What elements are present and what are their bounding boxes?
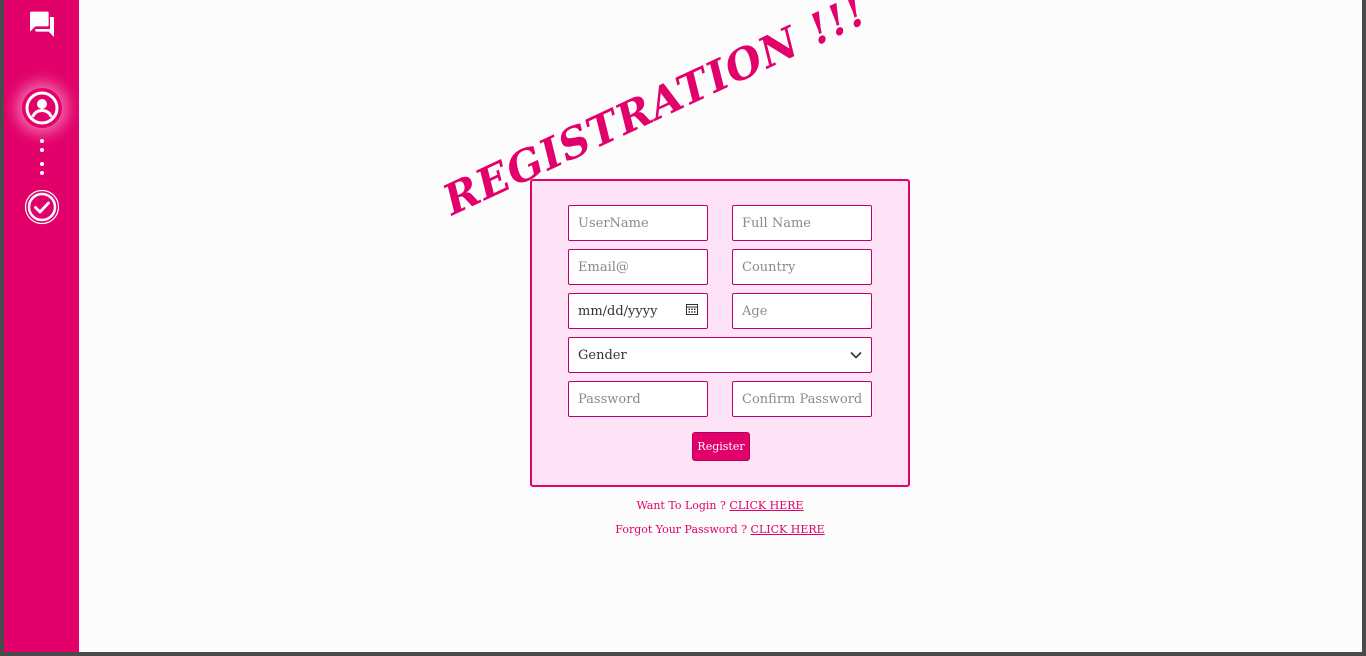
country-input[interactable] — [732, 249, 872, 285]
confirm-password-input[interactable] — [732, 381, 872, 417]
check-circle-icon[interactable] — [24, 189, 60, 225]
sidebar — [4, 0, 79, 652]
forgot-prompt: Forgot Your Password ? — [615, 523, 748, 536]
email-input[interactable] — [568, 249, 708, 285]
step-connector-dots — [39, 162, 44, 175]
forgot-password-link[interactable]: CLICK HERE — [751, 523, 825, 536]
registration-form: mm/dd/yyyy Gender — [530, 179, 910, 487]
gender-select[interactable]: Gender — [568, 337, 872, 373]
login-prompt: Want To Login ? — [636, 499, 726, 512]
register-button[interactable]: Register — [692, 432, 750, 461]
step-connector-dots — [39, 139, 44, 152]
chevron-down-icon — [850, 348, 862, 363]
user-circle-icon[interactable] — [22, 88, 62, 128]
fullname-input[interactable] — [732, 205, 872, 241]
gender-selected-value: Gender — [578, 347, 627, 363]
chat-icon[interactable] — [25, 8, 59, 42]
age-input[interactable] — [732, 293, 872, 329]
calendar-icon[interactable] — [686, 303, 698, 319]
login-link[interactable]: CLICK HERE — [729, 499, 803, 512]
username-input[interactable] — [568, 205, 708, 241]
app-window: mm/dd/yyyy Gender — [4, 0, 1362, 652]
forgot-password-row: Forgot Your Password ? CLICK HERE — [530, 523, 910, 536]
dob-placeholder: mm/dd/yyyy — [578, 303, 658, 319]
dob-input[interactable]: mm/dd/yyyy — [568, 293, 708, 329]
login-link-row: Want To Login ? CLICK HERE — [530, 499, 910, 512]
password-input[interactable] — [568, 381, 708, 417]
